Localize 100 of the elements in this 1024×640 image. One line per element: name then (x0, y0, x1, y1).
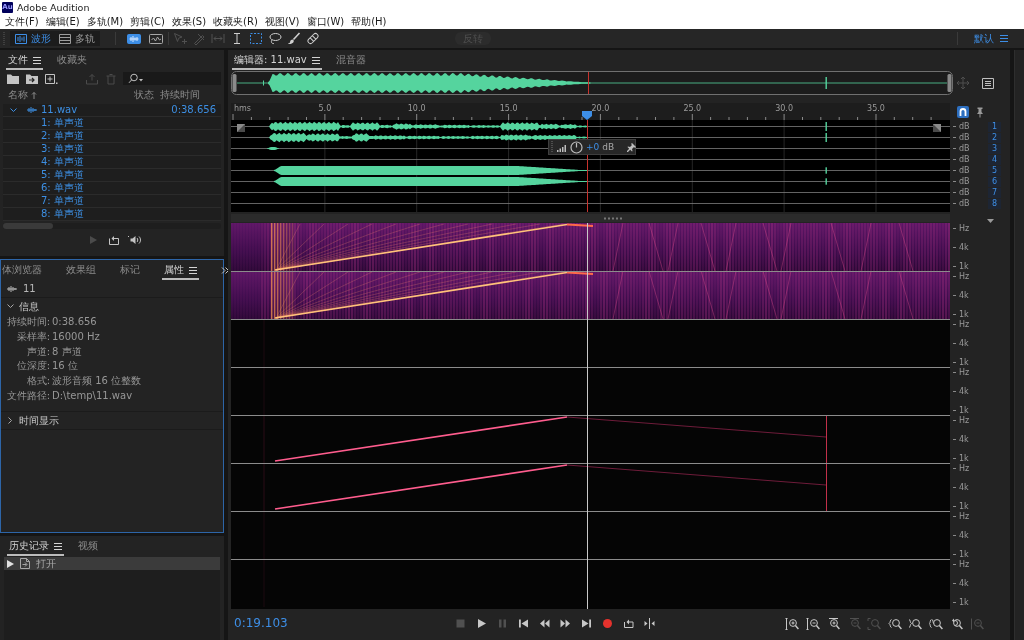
search-field[interactable] (123, 72, 221, 85)
scale-unit: dB (953, 166, 970, 175)
marquee-icon (248, 32, 263, 45)
view-tab[interactable]: 波形 (12, 32, 54, 45)
column-header[interactable]: 持续时间 (160, 88, 200, 101)
section-title[interactable]: 时间显示 (19, 414, 59, 427)
panel-tab[interactable]: 混音器 (333, 50, 368, 70)
chevron-down-icon[interactable] (6, 304, 14, 309)
zoom-reset-icon (949, 617, 964, 630)
column-header[interactable]: 名称 (8, 88, 28, 101)
double-chevron-icon (221, 266, 229, 274)
file-name[interactable]: 4: 单声道 (41, 156, 84, 168)
channel-toggle[interactable]: 1 (988, 121, 1001, 132)
display-toggle[interactable] (147, 31, 165, 46)
channel-toggle[interactable]: 6 (988, 176, 1001, 187)
channel-toggle[interactable]: 8 (988, 198, 1001, 209)
panel-tab[interactable]: 体浏览器 (0, 260, 44, 280)
pin-icon[interactable] (627, 142, 637, 152)
waveform-icon (6, 284, 18, 293)
magnet-icon[interactable] (957, 105, 969, 118)
folder-arrow-icon (24, 72, 39, 85)
waveform-box-icon (15, 33, 27, 44)
panel-tab[interactable]: 收藏夹 (55, 50, 89, 70)
scale-label: 4k (953, 531, 969, 540)
field-value: 16000 Hz (52, 331, 100, 344)
knob-icon[interactable] (570, 140, 583, 154)
menu-item[interactable]: 帮助(H) (350, 15, 388, 28)
zoom-out-icon (969, 617, 984, 630)
menu-item[interactable]: 窗口(W) (305, 15, 346, 28)
file-name[interactable]: 8: 单声道 (41, 208, 84, 220)
chevron-down-icon[interactable] (9, 107, 17, 113)
scale-unit: dB (953, 199, 970, 208)
field-value: 16 位 (52, 360, 78, 373)
menu-item[interactable]: 视图(V) (263, 15, 301, 28)
file-name[interactable]: 7: 单声道 (41, 195, 84, 207)
panel-tab[interactable]: 视频 (76, 536, 100, 556)
file-name[interactable]: 1: 单声道 (41, 117, 84, 129)
bandage-icon (305, 32, 320, 45)
channel-toggle[interactable]: 4 (988, 154, 1001, 165)
history-item[interactable]: 打开 (4, 557, 220, 570)
channel-toggle[interactable]: 7 (988, 187, 1001, 198)
slip-arrows-icon (210, 32, 225, 45)
search-icon (128, 73, 143, 84)
scale-label: 1k (953, 550, 969, 559)
ruler-label: 5.0 (318, 104, 332, 113)
waveform[interactable] (231, 120, 950, 212)
horizontal-scrollbar[interactable] (3, 223, 221, 229)
file-name[interactable]: 3: 单声道 (41, 143, 84, 155)
panel-tab[interactable]: 文件 (6, 50, 43, 70)
file-name[interactable]: 2: 单声道 (41, 130, 84, 142)
menu-item[interactable]: 多轨(M) (85, 15, 125, 28)
display-toggle[interactable] (125, 31, 143, 46)
document-icon (19, 558, 31, 569)
window-title: Adobe Audition (17, 0, 90, 14)
field-label: 格式: (25, 375, 50, 388)
menu-item[interactable]: 文件(F) (4, 15, 40, 28)
caret-down-icon[interactable] (987, 219, 994, 223)
gain-value[interactable]: +0 (586, 141, 600, 153)
spectrogram[interactable] (231, 223, 950, 609)
lasso-icon (267, 32, 282, 45)
panel-tab[interactable]: 标记 (118, 260, 142, 280)
menu-item[interactable]: 编辑(E) (44, 15, 81, 28)
chevron-right-icon[interactable] (7, 417, 13, 425)
scale-label: 1k (953, 262, 969, 271)
record-icon (602, 618, 613, 629)
column-header[interactable]: 状态 (134, 88, 154, 101)
channel-toggle[interactable]: 2 (988, 132, 1001, 143)
ruler-label: 15.0 (499, 104, 518, 113)
scale-label: 4k (953, 483, 969, 492)
play-icon (476, 618, 487, 629)
fast-forward-icon (560, 618, 571, 629)
ruler-label: 10.0 (407, 104, 426, 113)
list-icon[interactable] (982, 77, 994, 89)
channel-toggle[interactable]: 3 (988, 143, 1001, 154)
overview-waveform[interactable] (231, 71, 953, 95)
field-label: 持续时间: (5, 316, 50, 329)
scale-label: Hz (953, 272, 970, 281)
file-name[interactable]: 6: 单声道 (41, 182, 84, 194)
speaker-icon (127, 235, 142, 245)
view-tab[interactable]: 多轨 (56, 32, 98, 45)
scale-label: 4k (953, 243, 969, 252)
fade-handle-icon[interactable] (237, 124, 245, 132)
skip-back-icon (518, 618, 529, 629)
file-name[interactable]: 5: 单声道 (41, 169, 84, 181)
scale-label: 1k (953, 358, 969, 367)
fade-handle-icon[interactable] (933, 124, 941, 132)
menu-item[interactable]: 剪辑(C) (129, 15, 166, 28)
section-title[interactable]: 信息 (19, 300, 39, 313)
file-name[interactable]: 11.wav (41, 104, 78, 116)
autoplay-button[interactable] (127, 233, 142, 247)
menu-item[interactable]: 效果(S) (170, 15, 208, 28)
panel-tab[interactable]: 属性 (162, 260, 199, 280)
menu-icon[interactable] (1000, 35, 1008, 42)
pin-icon[interactable] (974, 105, 986, 118)
scale-unit: dB (953, 188, 970, 197)
folder-icon (5, 72, 20, 85)
channel-toggle[interactable]: 5 (988, 165, 1001, 176)
menu-item[interactable]: 收藏夹(R) (212, 15, 259, 28)
panel-tab[interactable]: 效果组 (64, 260, 98, 280)
workspace-tab[interactable]: 默认 (974, 32, 994, 45)
